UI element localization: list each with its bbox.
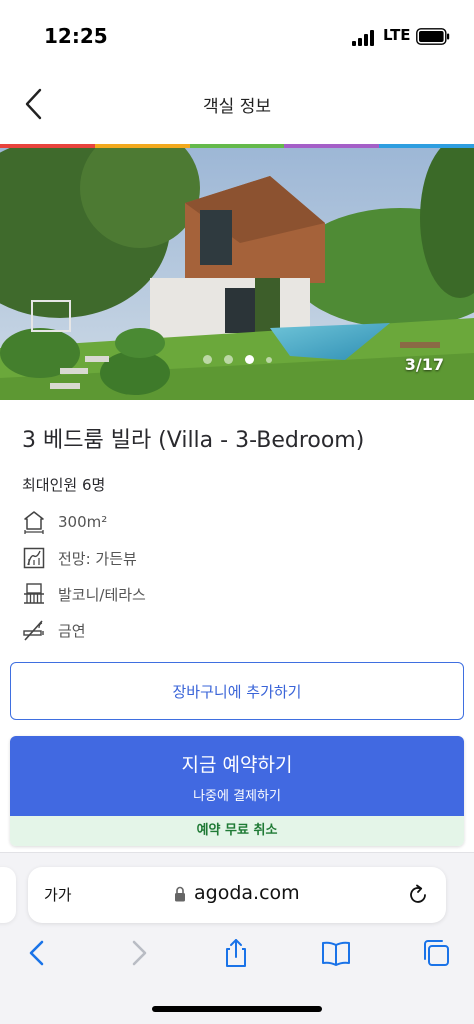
amenity-label: 금연 bbox=[58, 621, 86, 640]
reload-icon[interactable] bbox=[406, 883, 430, 907]
gallery-dot[interactable] bbox=[265, 357, 272, 363]
photo-counter: 3/17 bbox=[404, 355, 444, 374]
status-bar: 12:25 LTE bbox=[0, 0, 474, 70]
forward-icon[interactable] bbox=[122, 937, 154, 969]
pay-later-label: 나중에 결제하기 bbox=[193, 789, 281, 804]
amenity-room-size: 300m² bbox=[22, 508, 107, 536]
gallery-pagination bbox=[0, 355, 474, 364]
url-text[interactable]: agoda.com bbox=[194, 882, 300, 904]
amenity-label: 발코니/테라스 bbox=[58, 585, 146, 604]
gallery-dot-active[interactable] bbox=[244, 355, 254, 364]
room-title: 3 베드룸 빌라 (Villa - 3-Bedroom) bbox=[22, 428, 365, 453]
book-now-main[interactable]: 지금 예약하기 나중에 결제하기 bbox=[10, 736, 464, 816]
book-now-label: 지금 예약하기 bbox=[181, 754, 293, 776]
no-smoking-icon bbox=[23, 620, 44, 641]
tabs-icon[interactable] bbox=[420, 937, 452, 969]
back-icon[interactable] bbox=[22, 937, 54, 969]
amenity-label: 300m² bbox=[58, 513, 108, 531]
lock-icon bbox=[175, 886, 185, 902]
view-icon bbox=[23, 547, 45, 569]
nav-bar: 객실 정보 bbox=[0, 72, 474, 138]
gallery-dot[interactable] bbox=[202, 355, 212, 364]
book-now-button[interactable]: 지금 예약하기 나중에 결제하기 예약 무료 취소 bbox=[10, 736, 464, 846]
battery-icon bbox=[416, 28, 450, 45]
amenity-label: 전망: 가든뷰 bbox=[58, 549, 137, 568]
balcony-icon bbox=[24, 583, 44, 604]
bookmarks-icon[interactable] bbox=[320, 937, 352, 969]
share-icon[interactable] bbox=[220, 937, 252, 969]
add-to-cart-button[interactable]: 장바구니에 추가하기 bbox=[10, 662, 464, 720]
browser-toolbar: 가가 agoda.com bbox=[0, 852, 474, 1024]
amenity-balcony: 발코니/테라스 bbox=[22, 580, 146, 608]
signal-icon bbox=[352, 30, 374, 46]
amenity-no-smoking: 금연 bbox=[22, 616, 86, 644]
max-occupancy: 최대인원 6명 bbox=[22, 476, 106, 494]
text-size-button[interactable]: 가가 bbox=[44, 884, 72, 905]
free-cancellation-badge: 예약 무료 취소 bbox=[10, 816, 464, 846]
previous-tab-edge[interactable] bbox=[0, 867, 16, 923]
home-indicator bbox=[152, 1006, 322, 1012]
page-title: 객실 정보 bbox=[203, 97, 271, 117]
amenity-view: 전망: 가든뷰 bbox=[22, 544, 137, 572]
address-bar[interactable]: 가가 agoda.com bbox=[28, 867, 446, 923]
photo-gallery[interactable]: 3/17 bbox=[0, 148, 474, 400]
status-time: 12:25 bbox=[44, 24, 108, 48]
room-size-icon bbox=[24, 511, 44, 534]
gallery-dot[interactable] bbox=[223, 355, 233, 364]
network-label: LTE bbox=[383, 26, 411, 44]
